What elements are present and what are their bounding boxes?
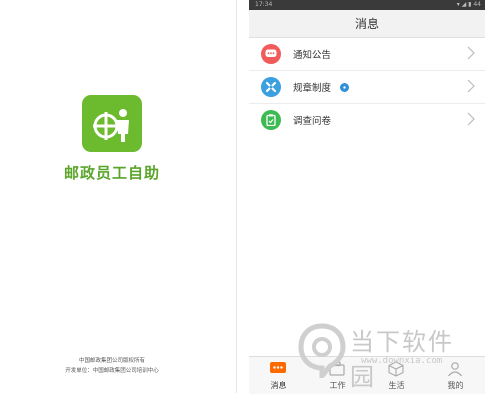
developer-text: 开发单位：中国邮政集团公司培训中心 xyxy=(65,368,159,374)
menu-item-survey[interactable]: 调查问卷 xyxy=(249,104,485,137)
chevron-right-icon xyxy=(467,46,475,60)
new-badge-icon xyxy=(340,83,349,92)
nav-bar: 消息 xyxy=(249,10,485,38)
menu-list: 通知公告 规章制度 调查问卷 xyxy=(249,38,485,137)
page-title: 消息 xyxy=(354,17,379,31)
menu-item-rules[interactable]: 规章制度 xyxy=(249,71,485,104)
chevron-right-icon xyxy=(467,112,475,126)
status-bar: 17:34 ▾ ◢ ▮ 44 xyxy=(249,0,485,10)
app-logo xyxy=(82,95,142,152)
postal-logo-icon xyxy=(93,108,129,142)
menu-item-notices[interactable]: 通知公告 xyxy=(249,38,485,71)
rules-icon xyxy=(261,77,281,97)
watermark-logo-icon xyxy=(298,323,346,378)
status-indicators: ▾ ◢ ▮ 44 xyxy=(456,1,481,8)
app-name: 邮政员工自助 xyxy=(63,164,160,182)
watermark: 当下软件园 www.downxia.com xyxy=(297,322,477,391)
clipboard-icon xyxy=(261,110,281,130)
tab-label: 消息 xyxy=(270,381,287,390)
chevron-right-icon xyxy=(467,79,475,93)
menu-item-label: 调查问卷 xyxy=(293,116,332,127)
watermark-url: www.downxia.com xyxy=(361,356,443,366)
chat-bubble-icon xyxy=(261,44,281,64)
message-icon xyxy=(270,362,286,373)
menu-item-label: 通知公告 xyxy=(293,50,332,61)
splash-screen: 邮政员工自助 中国邮政集团公司版权所有 开发单位：中国邮政集团公司培训中心 xyxy=(0,0,237,393)
menu-item-label: 规章制度 xyxy=(293,83,332,94)
status-time: 17:34 xyxy=(255,1,273,8)
copyright-text: 中国邮政集团公司版权所有 xyxy=(78,358,145,364)
